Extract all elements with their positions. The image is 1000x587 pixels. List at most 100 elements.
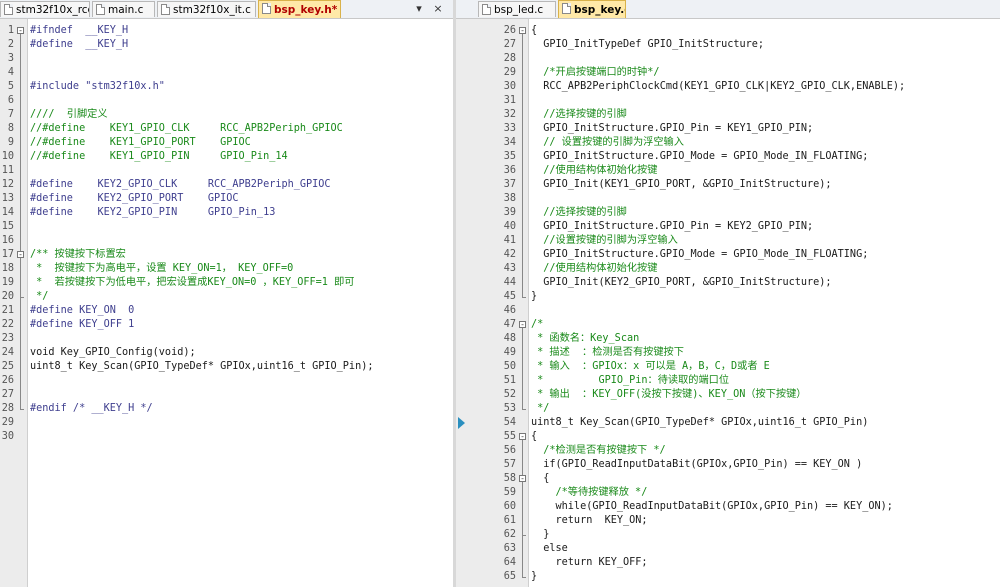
fold-toggle-icon[interactable]: - — [519, 475, 526, 483]
code-line: #define KEY_ON 0 — [28, 304, 453, 318]
code-line: //#define KEY1_GPIO_CLK RCC_APB2Periph_G… — [28, 122, 453, 136]
close-tab-icon[interactable]: × — [432, 2, 444, 15]
line-number: 3 — [7, 53, 14, 64]
code-text: while(GPIO_ReadInputDataBit(GPIOx,GPIO_P… — [531, 501, 893, 512]
file-icon — [96, 4, 105, 15]
line-number: 49 — [503, 347, 516, 358]
code-text: #define __KEY_H — [30, 39, 129, 50]
left-editor-pane: ▾ × stm32f10x_rcc.h main.c stm32f10x_it.c b… — [0, 0, 454, 587]
code-text: GPIO_InitStructure.GPIO_Pin = KEY2_GPIO_… — [531, 221, 814, 232]
line-number: 13 — [1, 193, 14, 204]
line-number: 37 — [503, 179, 516, 190]
line-number: 60 — [503, 501, 516, 512]
line-number: 34 — [503, 137, 516, 148]
line-number: 21 — [1, 305, 14, 316]
code-line: return KEY_OFF; — [529, 556, 1000, 570]
fold-toggle-icon[interactable]: - — [17, 27, 24, 35]
file-icon — [4, 4, 13, 15]
code-text: } — [531, 529, 550, 540]
line-number: 5 — [7, 81, 14, 92]
code-text: { — [531, 25, 538, 36]
left-code-area[interactable]: #ifndef __KEY_H #define __KEY_H #include "… — [28, 19, 453, 587]
code-text: GPIO_InitStructure.GPIO_Mode = GPIO_Mode… — [531, 249, 869, 260]
code-text: * 输入 ：GPIOx：x 可以是 A，B，C，D或者 E — [531, 361, 770, 372]
code-line: //选择按键的引脚 — [529, 108, 1000, 122]
fold-end-mark — [522, 409, 526, 410]
line-number: 9 — [7, 137, 14, 148]
code-line: uint8_t Key_Scan(GPIO_TypeDef* GPIOx,uin… — [28, 360, 453, 374]
code-line: #endif /* __KEY_H */ — [28, 402, 453, 416]
right-tab-bar: bsp_led.c bsp_key.c — [456, 0, 1000, 19]
fold-toggle-icon[interactable]: - — [17, 251, 24, 259]
line-number: 27 — [503, 39, 516, 50]
file-tab[interactable]: bsp_key.h* — [258, 0, 341, 18]
line-number: 28 — [503, 53, 516, 64]
line-number: 29 — [503, 67, 516, 78]
line-number: 31 — [503, 95, 516, 106]
code-line: GPIO_InitTypeDef GPIO_InitStructure; — [529, 38, 1000, 52]
tab-list-dropdown-icon[interactable]: ▾ — [413, 2, 425, 15]
code-line: */ — [28, 290, 453, 304]
fold-range-line — [20, 258, 21, 297]
line-number: 16 — [1, 235, 14, 246]
fold-end-mark — [522, 535, 526, 536]
line-number: 55 — [503, 431, 516, 442]
line-number: 54 — [503, 417, 516, 428]
fold-toggle-icon[interactable]: - — [519, 433, 526, 441]
code-line: void Key_GPIO_Config(void); — [28, 346, 453, 360]
code-text: /*等待按键释放 */ — [531, 487, 648, 498]
code-line: //// 引脚定义 — [28, 108, 453, 122]
file-tab[interactable]: stm32f10x_rcc.h — [0, 1, 90, 17]
code-text: * GPIO_Pin：待读取的端口位 — [531, 375, 730, 386]
file-tab[interactable]: bsp_led.c — [478, 1, 556, 17]
line-number: 52 — [503, 389, 516, 400]
line-number: 11 — [1, 165, 14, 176]
file-icon — [161, 4, 170, 15]
code-line: //设置按键的引脚为浮空输入 — [529, 234, 1000, 248]
code-line: #define KEY2_GPIO_PORT GPIOC — [28, 192, 453, 206]
right-editor-pane: bsp_led.c bsp_key.c { GPIO_InitTypeDef GP… — [456, 0, 1000, 587]
file-tab-label: bsp_key.c — [574, 4, 626, 16]
code-line: GPIO_Init(KEY1_GPIO_PORT, &GPIO_InitStru… — [529, 178, 1000, 192]
code-text: //使用结构体初始化按键 — [531, 165, 658, 176]
code-text: //#define KEY1_GPIO_PIN GPIO_Pin_14 — [30, 151, 288, 162]
file-tab[interactable]: stm32f10x_it.c — [157, 1, 256, 17]
code-text: else — [531, 543, 568, 554]
code-text: { — [531, 431, 538, 442]
right-code-area[interactable]: { GPIO_InitTypeDef GPIO_InitStructure; /… — [529, 19, 1000, 587]
line-number: 1 — [7, 25, 14, 36]
line-number: 32 — [503, 109, 516, 120]
line-number: 30 — [503, 81, 516, 92]
code-line: /*开启按键端口的时钟*/ — [529, 66, 1000, 80]
file-tab[interactable]: bsp_key.c — [558, 0, 626, 18]
code-line: RCC_APB2PeriphClockCmd(KEY1_GPIO_CLK|KEY… — [529, 80, 1000, 94]
code-text: * 按键按下为高电平，设置 KEY_ON=1， KEY_OFF=0 — [30, 263, 294, 274]
code-line: { — [529, 24, 1000, 38]
line-number: 50 — [503, 361, 516, 372]
code-line: //#define KEY1_GPIO_PORT GPIOC — [28, 136, 453, 150]
line-number: 25 — [1, 361, 14, 372]
fold-toggle-icon[interactable]: - — [519, 321, 526, 329]
file-tab-label: main.c — [108, 4, 144, 16]
code-line: #define __KEY_H — [28, 38, 453, 52]
code-text: GPIO_InitStructure.GPIO_Mode = GPIO_Mode… — [531, 151, 869, 162]
code-text: * 输出 ：KEY_OFF(没按下按键)、KEY_ON（按下按键） — [531, 389, 807, 400]
line-number: 65 — [503, 571, 516, 582]
line-number: 24 — [1, 347, 14, 358]
line-number: 12 — [1, 179, 14, 190]
code-text: /*检测是否有按键按下 */ — [531, 445, 666, 456]
fold-toggle-icon[interactable]: - — [519, 27, 526, 35]
file-tab[interactable]: main.c — [92, 1, 155, 17]
file-tab-label: stm32f10x_it.c — [173, 4, 251, 16]
code-text: /* — [531, 319, 544, 330]
code-text: return KEY_ON; — [531, 515, 648, 526]
line-number: 51 — [503, 375, 516, 386]
code-text: RCC_APB2PeriphClockCmd(KEY1_GPIO_CLK|KEY… — [531, 81, 906, 92]
